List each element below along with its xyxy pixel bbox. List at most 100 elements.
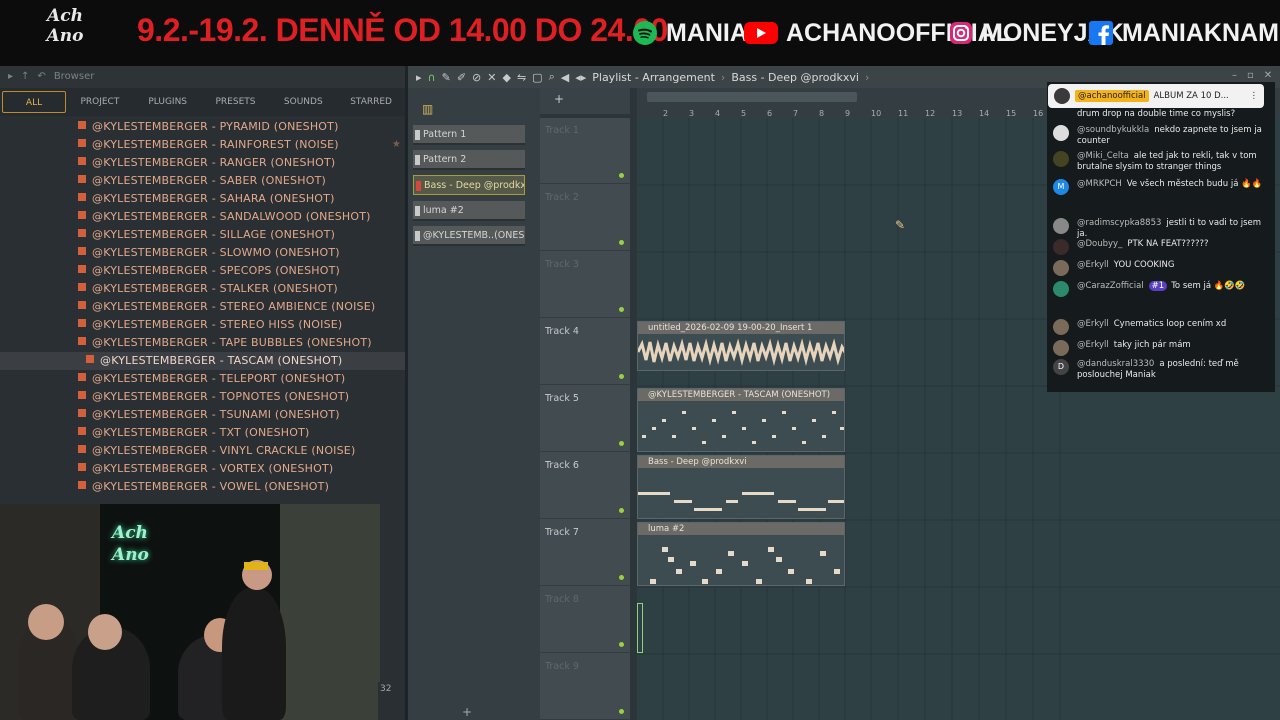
list-item[interactable]: @KYLESTEMBERGER - STALKER (ONESHOT) (0, 280, 405, 298)
list-item[interactable]: @KYLESTEMBERGER - PYRAMID (ONESHOT) (0, 118, 405, 136)
note (778, 500, 796, 503)
zoom-icon[interactable]: ⌕ (549, 70, 555, 84)
window-controls: – ▫ ✕ (1232, 70, 1272, 81)
close-icon[interactable]: ✕ (1264, 70, 1272, 81)
person-head (28, 604, 64, 640)
list-item[interactable]: @KYLESTEMBERGER - SPECOPS (ONESHOT) (0, 262, 405, 280)
minimize-icon[interactable]: – (1232, 70, 1237, 81)
pinned-message[interactable]: @achanoofficial ALBUM ZA 10 D... ⋮ (1048, 84, 1264, 108)
list-item[interactable]: @KYLESTEMBERGER - STEREO HISS (NOISE) (0, 316, 405, 334)
tab-presets[interactable]: PRESETS (202, 91, 270, 113)
track-header[interactable]: Track 2 (540, 185, 630, 251)
list-item[interactable]: @KYLESTEMBERGER - SILLAGE (ONESHOT) (0, 226, 405, 244)
audio-file-icon (78, 247, 86, 255)
list-item[interactable]: @KYLESTEMBERGER - SLOWMO (ONESHOT) (0, 244, 405, 262)
track-header[interactable]: Track 8 (540, 587, 630, 653)
arrow-up-icon[interactable]: ↑ (21, 66, 29, 88)
bar-number: 11 (898, 109, 909, 118)
pattern-clip[interactable]: luma #2 (637, 522, 845, 586)
note (776, 557, 782, 562)
list-item[interactable]: @KYLESTEMBERGER - VOWEL (ONESHOT) (0, 478, 405, 496)
more-vert-icon[interactable]: ⋮ (1250, 91, 1259, 101)
list-item-selected[interactable]: @KYLESTEMBERGER - TASCAM (ONESHOT) (0, 352, 405, 370)
list-item[interactable]: @KYLESTEMBERGER - RAINFOREST (NOISE) ★ (0, 136, 405, 154)
list-item[interactable]: @KYLESTEMBERGER - VINYL CRACKLE (NOISE) (0, 442, 405, 460)
track-header[interactable]: Track 6 (540, 453, 630, 519)
track-enable-icon[interactable] (619, 240, 624, 245)
list-item[interactable]: @KYLESTEMBERGER - SAHARA (ONESHOT) (0, 190, 405, 208)
scrollbar-horizontal[interactable] (647, 92, 857, 102)
list-item[interactable]: @KYLESTEMBERGER - VORTEX (ONESHOT) (0, 460, 405, 478)
audio-clip[interactable]: untitled_2026-02-09 19-00-20_Insert 1 (637, 321, 845, 371)
track-enable-icon[interactable] (619, 374, 624, 379)
pattern-item[interactable]: Pattern 2 (413, 150, 525, 170)
audio-file-icon (78, 427, 86, 435)
list-item[interactable]: @KYLESTEMBERGER - TAPE BUBBLES (ONESHOT) (0, 334, 405, 352)
pattern-clip[interactable]: @KYLESTEMBERGER - TASCAM (ONESHOT) (637, 388, 845, 452)
note (820, 551, 826, 556)
star-icon[interactable]: ★ (392, 136, 401, 154)
note (692, 427, 696, 430)
play-icon[interactable]: ▸ (416, 71, 422, 84)
audio-file-icon (78, 481, 86, 489)
list-item[interactable]: @KYLESTEMBERGER - TSUNAMI (ONESHOT) (0, 406, 405, 424)
list-item[interactable]: @KYLESTEMBERGER - SABER (ONESHOT) (0, 172, 405, 190)
note (728, 551, 734, 556)
add-track-button[interactable]: + (554, 92, 564, 106)
tab-project[interactable]: PROJECT (66, 91, 134, 113)
track-enable-icon[interactable] (619, 709, 624, 714)
track-header[interactable]: Track 4 (540, 319, 630, 385)
delete-icon[interactable]: ⊘ (472, 71, 481, 84)
playhead[interactable] (637, 603, 643, 653)
track-enable-icon[interactable] (619, 575, 624, 580)
tab-sounds[interactable]: SOUNDS (269, 91, 337, 113)
note (788, 569, 794, 574)
audio-file-icon (78, 175, 86, 183)
track-enable-icon[interactable] (619, 307, 624, 312)
list-item[interactable]: @KYLESTEMBERGER - RANGER (ONESHOT) (0, 154, 405, 172)
cam-corner-panel: 32 (378, 682, 405, 720)
add-pattern-button[interactable]: + (462, 705, 472, 719)
track-enable-icon[interactable] (619, 173, 624, 178)
undo-icon[interactable]: ↶ (37, 66, 45, 88)
tab-starred[interactable]: STARRED (337, 91, 405, 113)
track-enable-icon[interactable] (619, 642, 624, 647)
list-item[interactable]: @KYLESTEMBERGER - TELEPORT (ONESHOT) (0, 370, 405, 388)
select-icon[interactable]: ▢ (532, 71, 542, 84)
arrow-right-icon[interactable]: ▸ (8, 66, 13, 88)
list-item[interactable]: @KYLESTEMBERGER - SANDALWOOD (ONESHOT) (0, 208, 405, 226)
track-header[interactable]: Track 1 (540, 118, 630, 184)
track-enable-icon[interactable] (619, 508, 624, 513)
pattern-item[interactable]: Pattern 1 (413, 125, 525, 145)
slip-icon[interactable]: ◆ (502, 71, 510, 84)
list-item[interactable]: @KYLESTEMBERGER - STEREO AMBIENCE (NOISE… (0, 298, 405, 316)
maximize-icon[interactable]: ▫ (1247, 70, 1254, 81)
avatar (1053, 239, 1069, 255)
arrows-icon[interactable]: ◂▸ (575, 71, 586, 84)
list-item[interactable]: @KYLESTEMBERGER - TXT (ONESHOT) (0, 424, 405, 442)
tab-all[interactable]: ALL (2, 91, 66, 113)
tab-plugins[interactable]: PLUGINS (134, 91, 202, 113)
slice-icon[interactable]: ⇋ (517, 71, 526, 84)
track-header[interactable]: Track 5 (540, 386, 630, 452)
track-header[interactable]: Track 7 (540, 520, 630, 586)
pencil-icon[interactable]: ✎ (442, 71, 451, 84)
list-item[interactable]: @KYLESTEMBERGER - TOPNOTES (ONESHOT) (0, 388, 405, 406)
track-enable-icon[interactable] (619, 441, 624, 446)
brush-icon[interactable]: ✐ (457, 71, 466, 84)
piano-icon[interactable]: ▥ (422, 102, 433, 116)
bar-number: 12 (925, 109, 936, 118)
avatar (1053, 260, 1069, 276)
track-header[interactable]: Track 3 (540, 252, 630, 318)
clip-label: luma #2 (638, 523, 844, 535)
pattern-item[interactable]: @KYLESTEMB..(ONESHOT) (413, 226, 525, 246)
magnet-icon[interactable]: ∩ (428, 71, 436, 84)
mute-icon[interactable]: ✕ (487, 71, 496, 84)
speaker-icon[interactable]: ◀ (561, 71, 569, 84)
pattern-item-selected[interactable]: Bass - Deep @prodkxvi (413, 175, 525, 195)
track-header[interactable]: Track 9 (540, 654, 630, 720)
pattern-clip[interactable]: Bass - Deep @prodkxvi (637, 455, 845, 519)
pattern-item[interactable]: luma #2 (413, 201, 525, 221)
current-pattern[interactable]: Bass - Deep @prodkxvi (731, 71, 859, 84)
waveform (638, 338, 844, 366)
